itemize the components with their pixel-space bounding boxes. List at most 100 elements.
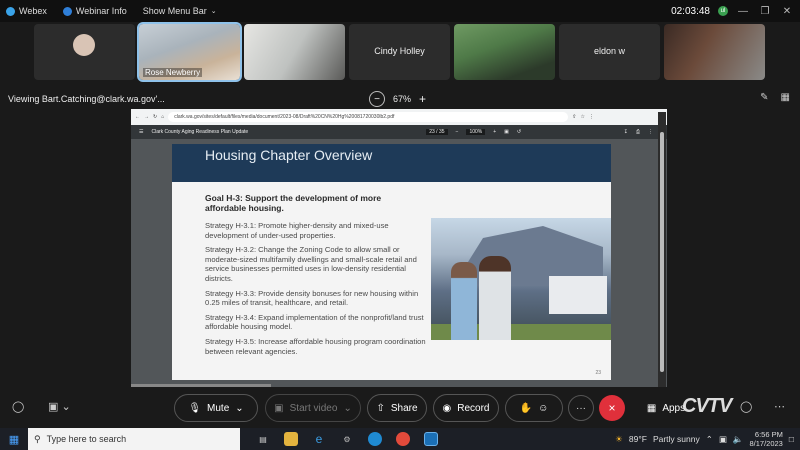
print-icon[interactable]: ⎙ — [636, 129, 640, 135]
reload-icon[interactable]: ↻ — [153, 114, 157, 120]
webex-taskbar-icon[interactable] — [424, 432, 438, 446]
slide-title: Housing Chapter Overview — [205, 147, 373, 163]
mute-label: Mute — [207, 402, 230, 414]
chevron-down-icon: ⌄ — [210, 8, 217, 15]
taskbar-apps: ▤ e ⚙ — [256, 432, 438, 446]
share-scrollbar[interactable] — [658, 112, 666, 387]
pdf-toolbar: ☰ Clark County Aging Readiness Plan Upda… — [131, 125, 667, 139]
back-icon[interactable]: ← — [135, 114, 140, 120]
horizontal-scrollbar[interactable] — [131, 384, 271, 387]
record-icon: ◉ — [442, 402, 452, 414]
more-options-button[interactable]: ··· — [568, 395, 594, 421]
viewing-label: Viewing Bart.Catching@clark.wa.gov'... — [8, 94, 165, 104]
pdf-actions: ↧ ⎙ ⋮ — [624, 129, 653, 135]
fit-page-icon[interactable]: ▣ — [504, 129, 509, 135]
webex-app-label[interactable]: Webex — [6, 6, 47, 16]
house-photo — [431, 218, 611, 340]
participant-tile-rose-newberry[interactable]: Rose Newberry — [137, 22, 242, 82]
share-button[interactable]: ⇧ Share — [367, 394, 427, 422]
chat-icon[interactable]: ◯ — [740, 400, 752, 413]
participant-name: eldon w — [593, 46, 626, 56]
notifications-icon[interactable]: □ — [789, 434, 794, 444]
participant-tile-video[interactable] — [664, 24, 765, 80]
zoom-out-button[interactable]: − — [369, 91, 385, 107]
chevron-down-icon: ⌄ — [235, 402, 244, 414]
windows-taskbar: ▦ ⚲ Type here to search ▤ e ⚙ ☀ 89°F Par… — [0, 428, 800, 450]
webex-logo-icon — [6, 6, 15, 16]
microphone-icon: 🎙 — [188, 402, 202, 414]
home-icon[interactable]: ⌂ — [161, 114, 164, 120]
participant-tile-video[interactable] — [244, 24, 345, 80]
minimize-button[interactable]: — — [736, 6, 750, 17]
tray-chevron-icon[interactable]: ⌃ — [706, 434, 713, 445]
edge-icon[interactable] — [368, 432, 382, 446]
more-panels-icon[interactable]: ⋯ — [774, 400, 785, 413]
star-icon[interactable]: ☆ — [580, 114, 584, 120]
participant-tile-eldon-w[interactable]: eldon w — [559, 24, 660, 80]
control-panel-icon[interactable]: ⚙ — [340, 432, 354, 446]
menu-dots-icon[interactable]: ⋮ — [589, 114, 594, 120]
pdf-zoom-out-icon[interactable]: − — [456, 129, 459, 135]
address-bar[interactable]: clark.wa.gov/sites/default/files/media/d… — [168, 112, 569, 122]
rotate-icon[interactable]: ↺ — [517, 129, 521, 135]
strategy-item: Strategy H-3.4: Expand implementation of… — [205, 312, 424, 332]
chrome-icon[interactable] — [396, 432, 410, 446]
app-name: Webex — [19, 6, 47, 16]
clock-date: 8/17/2023 — [749, 439, 783, 448]
record-button[interactable]: ◉ Record — [433, 394, 499, 422]
reactions-icon[interactable]: ◯ — [12, 400, 24, 413]
start-video-button[interactable]: ▣ Start video ⌄ — [265, 394, 361, 422]
page-indicator[interactable]: 23 / 35 — [426, 129, 448, 135]
internet-explorer-icon[interactable]: e — [312, 432, 326, 446]
webinar-info-label: Webinar Info — [75, 6, 127, 16]
apps-icon: ▦ — [646, 402, 657, 414]
pdf-zoom-in-icon[interactable]: + — [493, 129, 496, 135]
system-tray: ☀ 89°F Partly sunny ⌃ ▣ 🔈 6:56 PM 8/17/2… — [615, 430, 800, 448]
end-call-button[interactable]: × — [599, 395, 625, 421]
download-icon[interactable]: ↧ — [624, 129, 628, 135]
emoji-icon[interactable]: ☺ — [538, 403, 548, 414]
network-icon[interactable]: ▣ — [719, 434, 727, 445]
weather-temp[interactable]: 89°F — [629, 434, 647, 444]
pdf-zoom-level[interactable]: 100% — [466, 129, 486, 135]
zoom-controls: − 67% + — [369, 88, 426, 110]
avatar — [73, 34, 95, 56]
volume-icon[interactable]: 🔈 — [733, 434, 744, 445]
meeting-controls: ◯ ▣ ⌄ 🎙 Mute ⌄ ▣ Start video ⌄ ⇧ Share ◉… — [0, 392, 800, 424]
video-off-icon: ▣ — [274, 402, 284, 414]
file-explorer-icon[interactable] — [284, 432, 298, 446]
strategy-item: Strategy H-3.2: Change the Zoning Code t… — [205, 245, 417, 283]
cvtv-watermark: CVTV — [682, 395, 732, 417]
taskbar-clock[interactable]: 6:56 PM 8/17/2023 — [749, 430, 782, 448]
forward-icon[interactable]: → — [144, 114, 149, 120]
mute-button[interactable]: 🎙 Mute ⌄ — [174, 394, 258, 422]
show-menu-bar-label: Show Menu Bar — [142, 6, 207, 16]
participant-tile-video[interactable] — [454, 24, 555, 80]
search-placeholder: Type here to search — [46, 434, 127, 444]
info-icon — [62, 6, 72, 16]
zoom-in-button[interactable]: + — [419, 92, 426, 106]
slide-header: Housing Chapter Overview — [172, 144, 611, 182]
more-icon[interactable]: ⋮ — [648, 129, 653, 135]
layout-icon[interactable]: ▦ — [781, 92, 790, 103]
participant-strip: Rose Newberry Cindy Holley eldon w — [34, 22, 765, 82]
show-menu-bar-button[interactable]: Show Menu Bar ⌄ — [143, 6, 217, 16]
share-icon[interactable]: ⇧ — [572, 114, 576, 120]
pdf-viewer: Housing Chapter Overview Goal H-3: Suppo… — [131, 139, 667, 387]
weather-desc[interactable]: Partly sunny — [653, 434, 700, 444]
clock-time: 6:56 PM — [754, 430, 783, 439]
captions-icon[interactable]: ▣ ⌄ — [48, 400, 71, 413]
hamburger-icon[interactable]: ☰ — [139, 129, 143, 135]
restore-button[interactable]: ❐ — [758, 6, 772, 17]
webinar-info-button[interactable]: Webinar Info — [62, 6, 127, 16]
annotate-icon[interactable]: ✎ — [760, 92, 768, 103]
taskbar-search[interactable]: ⚲ Type here to search — [28, 428, 240, 450]
participant-name: Rose Newberry — [143, 68, 203, 77]
close-window-button[interactable]: ✕ — [780, 6, 794, 17]
chevron-down-icon: ⌄ — [343, 402, 352, 414]
hand-icon[interactable]: ✋ — [520, 403, 532, 414]
participant-tile-avatar[interactable] — [34, 24, 135, 80]
participant-tile-cindy-holley[interactable]: Cindy Holley — [349, 24, 450, 80]
windows-start-icon[interactable]: ▦ — [0, 433, 28, 446]
task-view-icon[interactable]: ▤ — [256, 432, 270, 446]
